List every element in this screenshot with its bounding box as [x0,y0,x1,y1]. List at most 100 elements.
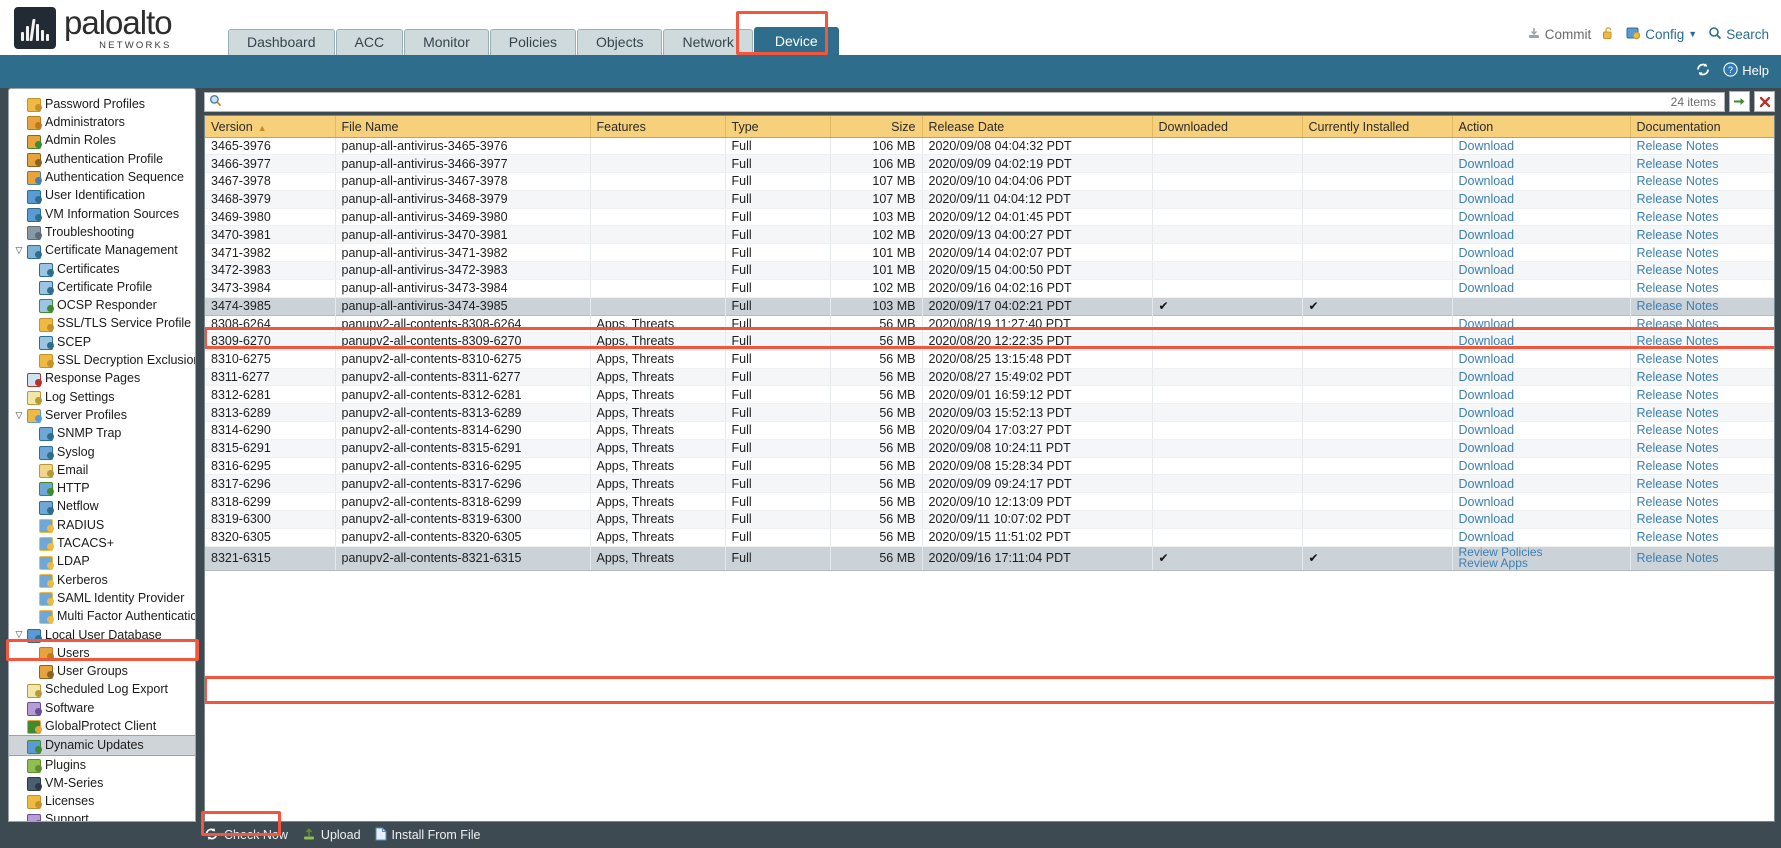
sidebar-item-radius[interactable]: RADIUS [9,516,195,534]
release-notes-link[interactable]: Release Notes [1637,495,1719,509]
lock-open-icon[interactable] [1602,26,1615,43]
download-link[interactable]: Download [1459,281,1515,295]
table-row[interactable]: 3470-3981panup-all-antivirus-3470-3981Fu… [205,226,1775,244]
sidebar-item-server-profiles[interactable]: ▽Server Profiles [9,406,195,424]
release-notes-link[interactable]: Release Notes [1637,406,1719,420]
download-link[interactable]: Download [1459,210,1515,224]
table-row[interactable]: 3466-3977panup-all-antivirus-3466-3977Fu… [205,155,1775,173]
sidebar-item-multi-factor-authentication[interactable]: Multi Factor Authentication [9,607,195,625]
check-now-button[interactable]: Check Now [204,827,288,844]
sidebar-item-dynamic-updates[interactable]: Dynamic Updates [9,735,195,755]
nav-tab-device[interactable]: Device [754,27,839,55]
help-button[interactable]: ? Help [1723,62,1769,79]
download-link[interactable]: Download [1459,263,1515,277]
download-link[interactable]: Download [1459,192,1515,206]
nav-tab-dashboard[interactable]: Dashboard [228,29,335,55]
sidebar-item-user-identification[interactable]: User Identification [9,186,195,204]
nav-tab-objects[interactable]: Objects [577,29,662,55]
search-button[interactable]: Search [1708,26,1769,43]
release-notes-link[interactable]: Release Notes [1637,263,1719,277]
release-notes-link[interactable]: Release Notes [1637,477,1719,491]
download-link[interactable]: Download [1459,370,1515,384]
column-header-version[interactable]: Version▲ [205,116,335,138]
sidebar-item-tacacs[interactable]: TACACS+ [9,534,195,552]
download-link[interactable]: Download [1459,477,1515,491]
sidebar-item-log-settings[interactable]: Log Settings [9,388,195,406]
sidebar-item-email[interactable]: Email [9,461,195,479]
table-row[interactable]: 8319-6300panupv2-all-contents-8319-6300A… [205,510,1775,528]
sidebar-item-netflow[interactable]: Netflow [9,498,195,516]
release-notes-link[interactable]: Release Notes [1637,317,1719,331]
config-menu[interactable]: Config ▼ [1626,26,1697,43]
sidebar-item-ocsp-responder[interactable]: OCSP Responder [9,296,195,314]
release-notes-link[interactable]: Release Notes [1637,512,1719,526]
sidebar-item-kerberos[interactable]: Kerberos [9,571,195,589]
sidebar-item-scep[interactable]: SCEP [9,333,195,351]
sidebar-item-licenses[interactable]: Licenses [9,792,195,810]
sidebar-item-response-pages[interactable]: Response Pages [9,369,195,387]
release-notes-link[interactable]: Release Notes [1637,530,1719,544]
release-notes-link[interactable]: Release Notes [1637,423,1719,437]
table-row[interactable]: 3467-3978panup-all-antivirus-3467-3978Fu… [205,173,1775,191]
release-notes-link[interactable]: Release Notes [1637,334,1719,348]
sidebar-item-certificate-profile[interactable]: Certificate Profile [9,278,195,296]
column-header-action[interactable]: Action [1452,116,1630,138]
search-field-wrapper[interactable]: 24 items [204,92,1725,112]
sidebar-item-globalprotect-client[interactable]: GlobalProtect Client [9,717,195,735]
sidebar-item-certificates[interactable]: Certificates [9,260,195,278]
table-row[interactable]: 8313-6289panupv2-all-contents-8313-6289A… [205,404,1775,422]
download-link[interactable]: Download [1459,388,1515,402]
apply-filter-button[interactable] [1729,91,1750,112]
column-header-documentation[interactable]: Documentation [1630,116,1775,138]
sidebar-item-users[interactable]: Users [9,644,195,662]
sidebar-item-support[interactable]: Support [9,811,195,822]
column-header-release_date[interactable]: Release Date [922,116,1152,138]
table-row[interactable]: 3469-3980panup-all-antivirus-3469-3980Fu… [205,208,1775,226]
release-notes-link[interactable]: Release Notes [1637,210,1719,224]
sidebar-item-ssl-decryption-exclusion[interactable]: SSL Decryption Exclusion [9,351,195,369]
sidebar-item-authentication-sequence[interactable]: Authentication Sequence [9,168,195,186]
release-notes-link[interactable]: Release Notes [1637,139,1719,153]
release-notes-link[interactable]: Release Notes [1637,192,1719,206]
release-notes-link[interactable]: Release Notes [1637,459,1719,473]
download-link[interactable]: Download [1459,228,1515,242]
table-row[interactable]: 3474-3985panup-all-antivirus-3474-3985Fu… [205,297,1775,315]
sidebar-item-user-groups[interactable]: User Groups [9,662,195,680]
release-notes-link[interactable]: Release Notes [1637,299,1719,313]
install-from-file-button[interactable]: Install From File [375,827,481,844]
sidebar-item-syslog[interactable]: Syslog [9,443,195,461]
table-row[interactable]: 8309-6270panupv2-all-contents-8309-6270A… [205,332,1775,350]
table-row[interactable]: 8321-6315panupv2-all-contents-8321-6315A… [205,546,1775,570]
clear-filter-button[interactable] [1754,91,1775,112]
sidebar-item-vm-series[interactable]: VM-Series [9,774,195,792]
download-link[interactable]: Download [1459,139,1515,153]
table-row[interactable]: 8317-6296panupv2-all-contents-8317-6296A… [205,475,1775,493]
nav-tab-acc[interactable]: ACC [336,29,404,55]
release-notes-link[interactable]: Release Notes [1637,246,1719,260]
download-link[interactable]: Download [1459,441,1515,455]
sidebar-item-administrators[interactable]: Administrators [9,113,195,131]
release-notes-link[interactable]: Release Notes [1637,441,1719,455]
column-header-size[interactable]: Size [830,116,922,138]
release-notes-link[interactable]: Release Notes [1637,157,1719,171]
sidebar-item-password-profiles[interactable]: Password Profiles [9,95,195,113]
tree-expand-icon[interactable]: ▽ [13,245,25,256]
table-row[interactable]: 8318-6299panupv2-all-contents-8318-6299A… [205,493,1775,511]
sidebar-item-certificate-management[interactable]: ▽Certificate Management [9,241,195,259]
download-link[interactable]: Download [1459,246,1515,260]
download-link[interactable]: Download [1459,406,1515,420]
download-link[interactable]: Download [1459,334,1515,348]
upload-button[interactable]: Upload [302,827,361,844]
tree-expand-icon[interactable]: ▽ [13,410,25,421]
column-header-currently_installed[interactable]: Currently Installed [1302,116,1452,138]
download-link[interactable]: Download [1459,512,1515,526]
sidebar-item-saml-identity-provider[interactable]: SAML Identity Provider [9,589,195,607]
table-row[interactable]: 8312-6281panupv2-all-contents-8312-6281A… [205,386,1775,404]
table-row[interactable]: 8316-6295panupv2-all-contents-8316-6295A… [205,457,1775,475]
search-input[interactable] [226,94,1671,110]
table-row[interactable]: 8320-6305panupv2-all-contents-8320-6305A… [205,528,1775,546]
sidebar-item-local-user-database[interactable]: ▽Local User Database [9,626,195,644]
sidebar-item-ldap[interactable]: LDAP [9,552,195,570]
tree-expand-icon[interactable]: ▽ [13,629,25,640]
sidebar-item-http[interactable]: HTTP [9,479,195,497]
